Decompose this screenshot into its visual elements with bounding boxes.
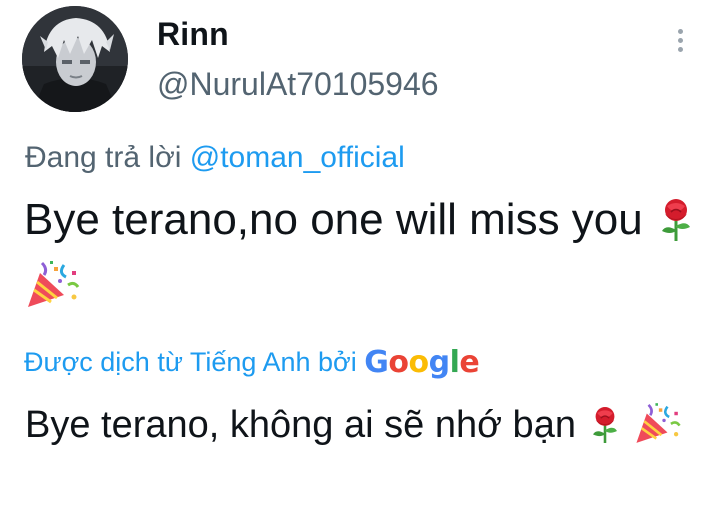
more-dot bbox=[677, 46, 683, 52]
rose-icon bbox=[587, 405, 623, 460]
tweet-text-content: Bye terano,no one will miss you bbox=[24, 195, 643, 244]
replying-to-label: Đang trả lời bbox=[25, 141, 182, 174]
translated-text-content: Bye terano, không ai sẽ nhớ bạn bbox=[25, 404, 576, 446]
party-popper-icon bbox=[633, 401, 683, 460]
reply-mention-link[interactable]: @toman_official bbox=[190, 141, 405, 174]
author-handle[interactable]: @NurulAt70105946 bbox=[157, 66, 439, 103]
replying-to-line: Đang trả lời @toman_official bbox=[25, 141, 405, 175]
tweet-text: Bye terano,no one will miss you bbox=[24, 190, 704, 324]
translated-by-label: Được dịch từ Tiếng Anh bởi bbox=[24, 347, 357, 377]
more-dot bbox=[677, 28, 683, 34]
translated-text: Bye terano, không ai sẽ nhớ bạn bbox=[25, 398, 705, 460]
party-popper-icon bbox=[24, 259, 82, 324]
translated-by-link[interactable]: Được dịch từ Tiếng Anh bởi Google bbox=[24, 345, 480, 380]
author-display-name[interactable]: Rinn bbox=[157, 16, 229, 53]
more-dot bbox=[677, 37, 683, 43]
author-avatar[interactable] bbox=[22, 6, 128, 112]
google-logo: Google bbox=[364, 345, 480, 380]
rose-icon bbox=[655, 198, 697, 257]
more-options-icon[interactable] bbox=[666, 24, 694, 56]
